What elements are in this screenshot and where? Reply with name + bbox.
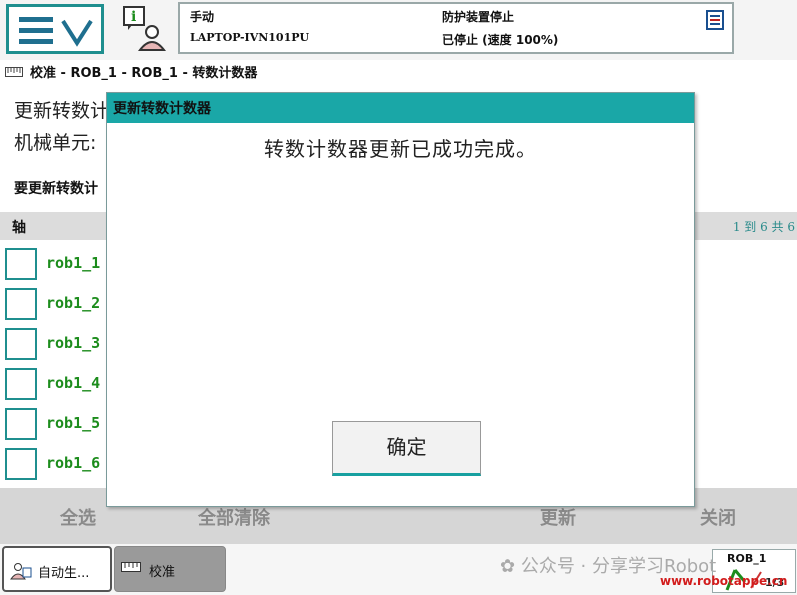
axis-checkbox[interactable] [5,248,37,280]
axis-checkbox[interactable] [5,328,37,360]
select-all-button[interactable]: 全选 [60,504,96,530]
axis-label: rob1_1 [46,254,101,272]
guard-state: 防护装置停止 [442,10,515,24]
axis-column-header: 轴 [12,220,26,236]
task-label: 自动生... [38,566,90,581]
axis-label: rob1_4 [46,374,101,392]
run-state: 已停止 (速度 100%) [442,33,559,47]
svg-text:i: i [131,9,136,25]
task-calibration[interactable]: 校准 [114,546,226,592]
program-window-icon[interactable] [706,10,724,33]
axis-checkbox[interactable] [5,288,37,320]
task-auto-generate[interactable]: 自动生... [2,546,112,592]
task-label: 校准 [149,565,176,580]
operating-mode: 手动 [190,10,215,24]
breadcrumb-text: 校准 - ROB_1 - ROB_1 - 转数计数器 [30,66,258,81]
axis-checkbox[interactable] [5,408,37,440]
hamburger-chevron-icon [19,17,93,47]
controller-name: LAPTOP-IVN101PU [190,31,310,44]
breadcrumb: 校准 - ROB_1 - ROB_1 - 转数计数器 [0,60,797,84]
auto-task-icon [10,562,32,584]
update-button[interactable]: 更新 [540,504,576,530]
dialog-title-bar: 更新转数计数器 [107,93,694,123]
dialog-title: 更新转数计数器 [113,101,211,117]
axis-label: rob1_2 [46,294,101,312]
calibration-icon [121,561,141,577]
top-banner: i 手动 LAPTOP-IVN101PU 防护装置停止 已停止 (速度 100%… [0,0,797,60]
operator-info-icon: i [123,6,167,51]
axis-label: rob1_6 [46,454,101,472]
status-panel[interactable]: 手动 LAPTOP-IVN101PU 防护装置停止 已停止 (速度 100%) [178,2,734,54]
calibration-icon [5,66,23,81]
axis-label: rob1_3 [46,334,101,352]
mechanical-unit-label: 机械单元: [14,132,97,154]
operator-info-button[interactable]: i [118,4,172,54]
pagination-info: 1 到 6 共 6 [732,220,795,234]
axis-checkbox[interactable] [5,368,37,400]
wechat-icon: ✿ [500,556,516,577]
page-title: 更新转数计 [14,100,110,122]
clear-all-button[interactable]: 全部清除 [198,504,270,530]
main-menu-button[interactable] [6,4,104,54]
ok-button[interactable]: 确定 [332,421,481,476]
update-hint: 要更新转数计 [14,181,98,197]
dialog-message: 转数计数器更新已成功完成。 [264,137,537,161]
axis-label: rob1_5 [46,414,101,432]
axis-checkbox[interactable] [5,448,37,480]
close-button[interactable]: 关闭 [700,504,736,530]
robot-label: ROB_1 [727,552,767,565]
update-counter-dialog: 更新转数计数器 转数计数器更新已成功完成。 确定 [106,92,695,507]
watermark-site: www.robotappe.cn [660,574,788,588]
